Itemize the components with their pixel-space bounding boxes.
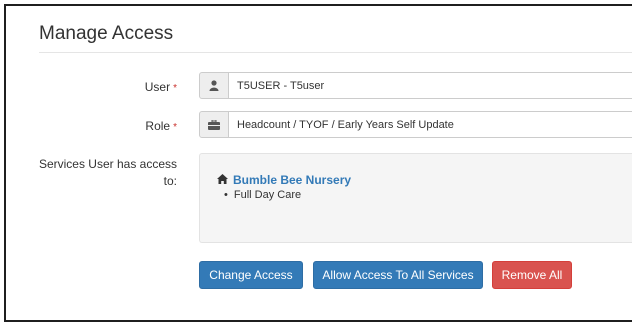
manage-access-panel: Manage Access User * T5USER - T5user Role…: [4, 4, 632, 322]
user-icon: [199, 72, 229, 99]
services-list-box: Bumble Bee Nursery Full Day Care: [199, 153, 632, 243]
role-field-group: Headcount / TYOF / Early Years Self Upda…: [199, 111, 632, 138]
services-label: Services User has access to:: [26, 156, 177, 190]
briefcase-icon: [199, 111, 229, 138]
user-field-group: T5USER - T5user: [199, 72, 632, 99]
user-field[interactable]: T5USER - T5user: [229, 72, 632, 99]
service-name-link[interactable]: Bumble Bee Nursery: [233, 173, 351, 187]
home-icon: [217, 173, 228, 187]
allow-all-services-button[interactable]: Allow Access To All Services: [313, 261, 483, 289]
services-label-line2: to:: [163, 174, 177, 188]
role-label: Role: [145, 119, 171, 133]
service-sub-item: Full Day Care: [224, 189, 301, 201]
service-sub-list: Full Day Care: [224, 189, 301, 201]
change-access-button[interactable]: Change Access: [199, 261, 303, 289]
services-label-line1: Services User has access: [38, 157, 177, 171]
title-divider: [39, 52, 632, 53]
page-title: Manage Access: [39, 23, 174, 44]
user-label: User: [144, 80, 171, 94]
user-label-wrap: User *: [86, 80, 177, 94]
role-label-wrap: Role *: [86, 119, 177, 133]
role-required-marker: *: [173, 122, 177, 133]
service-item: Bumble Bee Nursery: [217, 173, 351, 187]
user-required-marker: *: [173, 83, 177, 94]
remove-all-button[interactable]: Remove All: [492, 261, 572, 289]
role-field[interactable]: Headcount / TYOF / Early Years Self Upda…: [229, 111, 632, 138]
